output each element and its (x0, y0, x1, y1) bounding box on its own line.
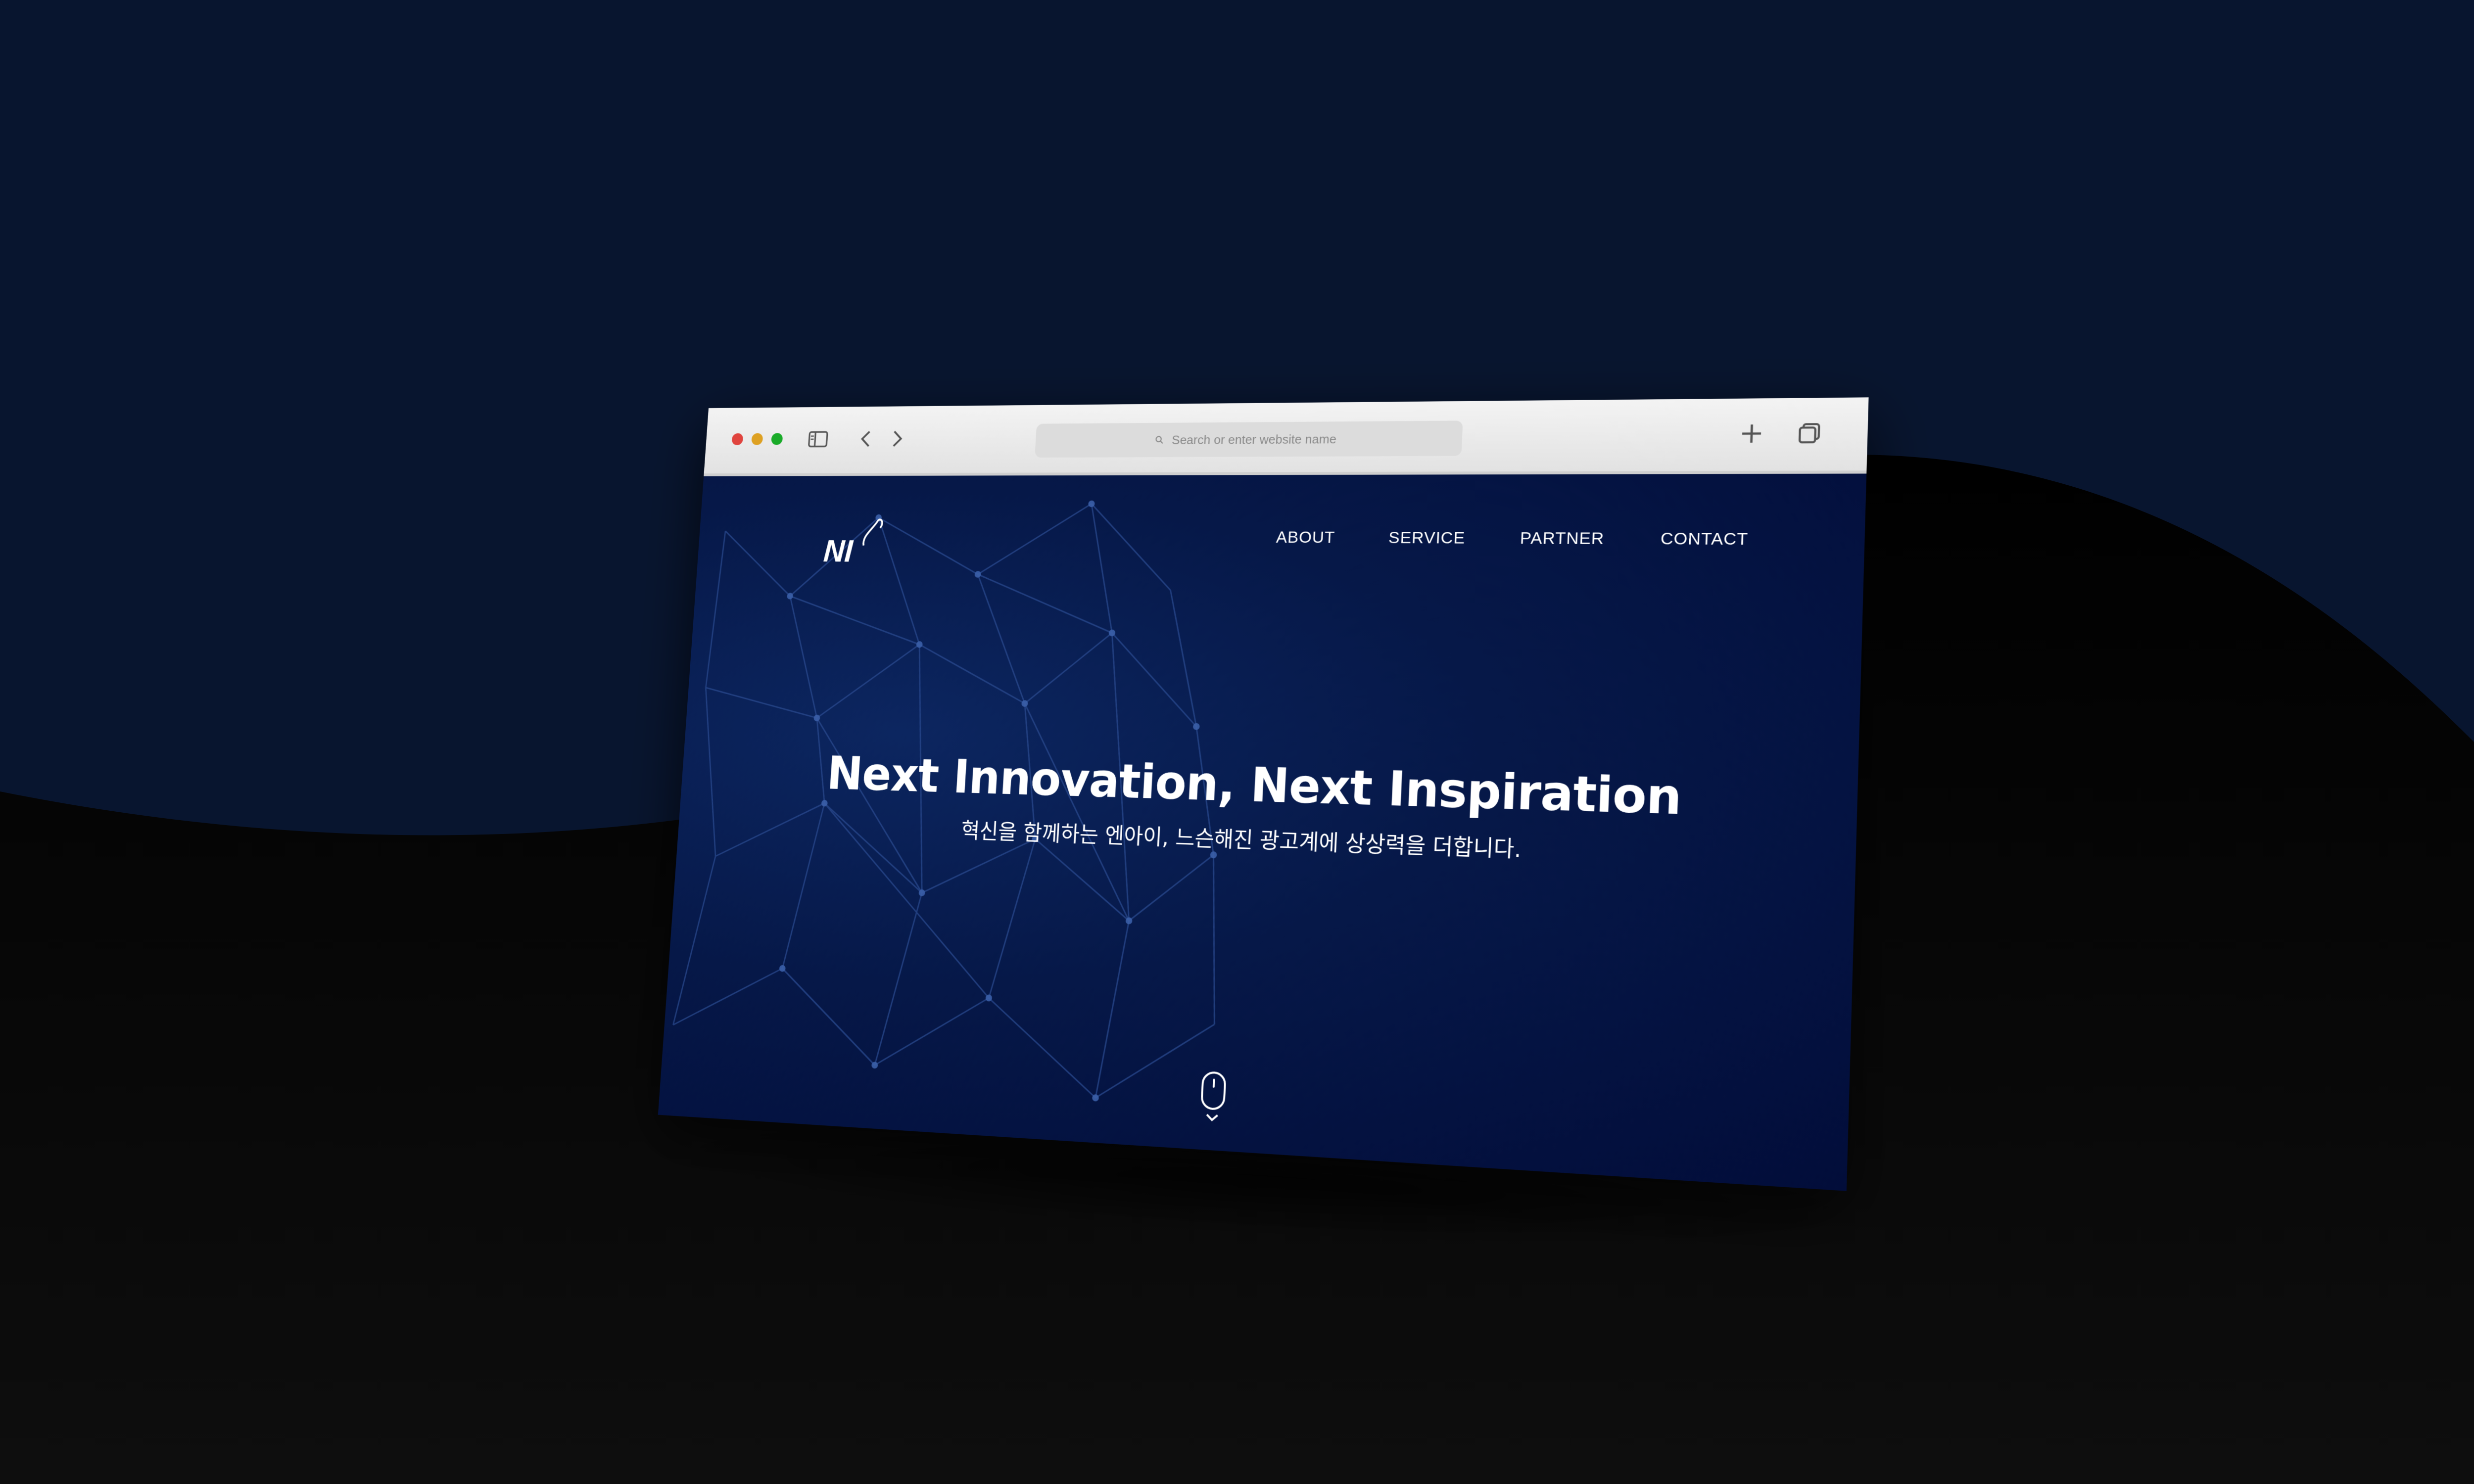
nav-contact[interactable]: CONTACT (1660, 529, 1749, 549)
nav-about[interactable]: ABOUT (1276, 528, 1335, 548)
minimize-light[interactable] (751, 433, 763, 445)
logo-text: NI (822, 534, 855, 569)
nav-service[interactable]: SERVICE (1388, 528, 1466, 548)
zoom-light[interactable] (771, 433, 783, 445)
back-icon[interactable] (852, 425, 880, 453)
site-logo[interactable]: NI (818, 517, 887, 569)
plus-icon[interactable] (1735, 418, 1767, 449)
close-light[interactable] (731, 433, 744, 445)
search-icon (1154, 435, 1165, 445)
address-placeholder: Search or enter website name (1171, 431, 1337, 447)
browser-toolbar: Search or enter website name (704, 397, 1869, 476)
sidebar-icon[interactable] (804, 425, 832, 453)
mouse-scroll-icon[interactable] (1195, 1068, 1232, 1126)
address-bar[interactable]: Search or enter website name (1035, 420, 1463, 458)
website-viewport: NI ABOUT SERVICE PARTNER CONTACT Next In… (658, 473, 1867, 1191)
nav-partner[interactable]: PARTNER (1520, 529, 1604, 549)
forward-icon[interactable] (883, 425, 911, 453)
mockup-scene: Search or enter website name NI ABOUT SE… (0, 0, 2474, 1484)
window-controls (731, 433, 783, 445)
browser-window: Search or enter website name NI ABOUT SE… (658, 397, 1869, 1191)
main-nav: ABOUT SERVICE PARTNER CONTACT (1276, 528, 1749, 550)
tabs-icon[interactable] (1793, 418, 1826, 449)
